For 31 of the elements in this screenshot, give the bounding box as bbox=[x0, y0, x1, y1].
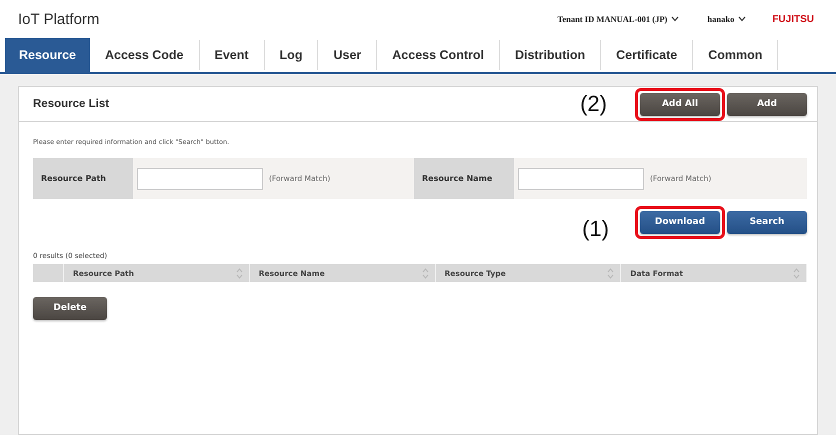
sort-icon[interactable] bbox=[793, 268, 800, 278]
nav-tab[interactable]: Certificate bbox=[601, 40, 694, 70]
nav-tab[interactable]: Common bbox=[693, 40, 778, 70]
sort-icon[interactable] bbox=[422, 268, 428, 278]
callout-label: (2) bbox=[580, 91, 607, 117]
nav-tab[interactable]: Log bbox=[264, 40, 318, 70]
field-label: Resource Name bbox=[414, 158, 514, 199]
nav-tab[interactable]: Event bbox=[200, 40, 265, 70]
nav-tab[interactable]: User bbox=[318, 40, 378, 70]
action-button[interactable]: Add All bbox=[640, 92, 720, 116]
company-logo: FUJITSU bbox=[772, 14, 814, 24]
callout-label: (1) bbox=[582, 216, 609, 242]
nav-tab[interactable]: Resource bbox=[5, 38, 90, 72]
action-button[interactable]: Download bbox=[640, 210, 720, 234]
panel-title: Resource List bbox=[33, 98, 110, 110]
input-field[interactable] bbox=[518, 168, 644, 190]
delete-button[interactable]: Delete bbox=[33, 296, 107, 320]
caret-icon[interactable] bbox=[738, 16, 746, 22]
field-label: Resource Path bbox=[33, 158, 133, 199]
action-button[interactable]: Add bbox=[727, 92, 807, 116]
input-field[interactable] bbox=[137, 168, 263, 190]
app-title: IoT Platform bbox=[18, 10, 100, 28]
tenant-menu[interactable]: Tenant ID MANUAL-001 (JP) bbox=[557, 14, 680, 24]
caret-icon[interactable] bbox=[671, 16, 680, 22]
nav-tab[interactable]: Distribution bbox=[500, 40, 602, 70]
nav-tab[interactable]: Access Control bbox=[377, 40, 500, 70]
sort-icon[interactable] bbox=[607, 268, 614, 278]
nav-tab[interactable]: Access Code bbox=[90, 40, 200, 70]
sort-icon[interactable] bbox=[236, 268, 243, 278]
action-button[interactable]: Search bbox=[727, 210, 807, 234]
user-menu[interactable]: hanako bbox=[707, 14, 746, 24]
